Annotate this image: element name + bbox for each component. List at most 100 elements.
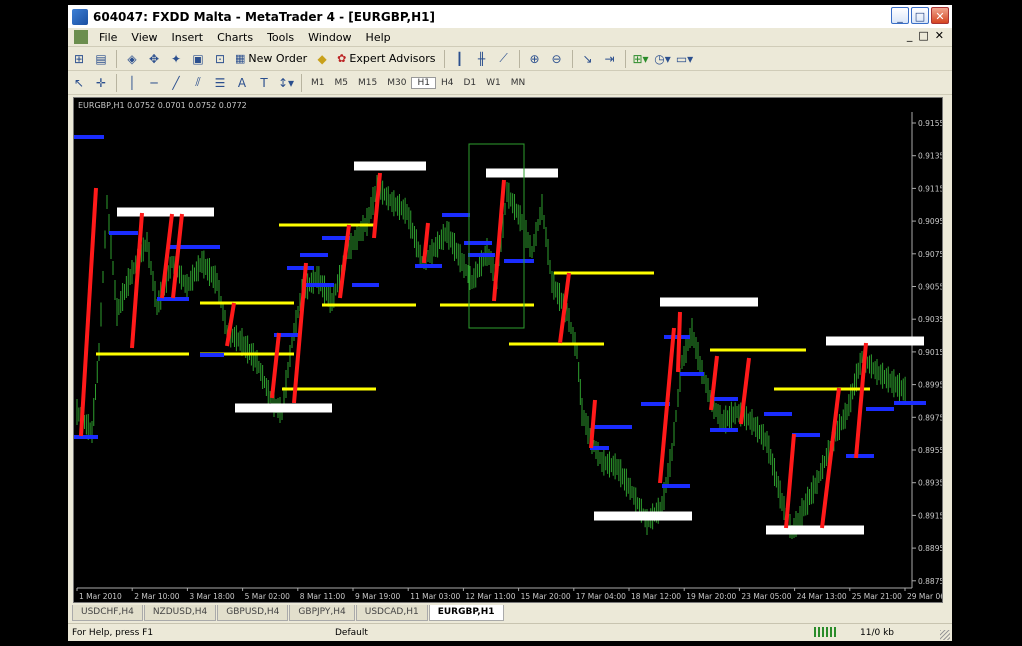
menu-insert[interactable]: Insert bbox=[165, 31, 211, 44]
toolbar-separator bbox=[518, 49, 520, 68]
expert-advisors-label: Expert Advisors bbox=[349, 52, 436, 65]
date-label: 1 Mar 2010 bbox=[79, 592, 122, 601]
chart-canvas: EURGBP,H1 0.0752 0.0701 0.0752 0.0772 0.9… bbox=[74, 98, 942, 602]
text-tool-icon[interactable]: A bbox=[234, 75, 250, 91]
date-label: 15 Mar 20:00 bbox=[521, 592, 571, 601]
profiles-icon[interactable]: ▤ bbox=[93, 51, 109, 67]
status-profile: Default bbox=[335, 628, 368, 638]
menu-window[interactable]: Window bbox=[301, 31, 358, 44]
price-label: 0.9155 bbox=[918, 119, 942, 128]
title-bar: 604047: FXDD Malta - MetaTrader 4 - [EUR… bbox=[68, 5, 952, 28]
chart-tabs: USDCHF,H4 NZDUSD,H4 GBPUSD,H4 GBPJPY,H4 … bbox=[72, 605, 948, 621]
date-label: 24 Mar 13:00 bbox=[797, 592, 847, 601]
maximize-button[interactable]: □ bbox=[911, 7, 929, 24]
mdi-minimize-button[interactable]: _ bbox=[907, 29, 913, 42]
bar-chart-icon[interactable]: ┃ bbox=[452, 51, 468, 67]
timeframe-m30[interactable]: M30 bbox=[382, 78, 411, 88]
line-chart-icon[interactable]: ⟋ bbox=[496, 51, 512, 67]
terminal-icon[interactable]: ▣ bbox=[190, 51, 206, 67]
tester-icon[interactable]: ⊡ bbox=[212, 51, 228, 67]
connection-indicator-icon bbox=[814, 627, 836, 637]
timeframe-h4[interactable]: H4 bbox=[436, 78, 459, 88]
metaeditor-icon[interactable]: ◆ bbox=[314, 51, 330, 67]
date-label: 29 Mar 06:00 bbox=[907, 592, 942, 601]
trendline-icon[interactable]: ╱ bbox=[168, 75, 184, 91]
menu-charts[interactable]: Charts bbox=[210, 31, 260, 44]
horizontal-line-icon[interactable]: ─ bbox=[146, 75, 162, 91]
tab-eurgbp-h1[interactable]: EURGBP,H1 bbox=[428, 605, 504, 621]
price-label: 0.8975 bbox=[918, 413, 942, 422]
mdi-restore-button[interactable]: □ bbox=[918, 29, 928, 42]
red-swing-line bbox=[676, 311, 682, 373]
templates-icon[interactable]: ▭▾ bbox=[676, 51, 693, 67]
menu-file[interactable]: File bbox=[92, 31, 124, 44]
timeframe-m1[interactable]: M1 bbox=[306, 78, 330, 88]
tab-nzdusd-h4[interactable]: NZDUSD,H4 bbox=[143, 605, 217, 621]
close-button[interactable]: ✕ bbox=[931, 7, 949, 24]
resize-grip-icon[interactable] bbox=[940, 630, 950, 640]
timeframe-w1[interactable]: W1 bbox=[481, 78, 506, 88]
menu-help[interactable]: Help bbox=[359, 31, 398, 44]
status-traffic: 11/0 kb bbox=[860, 628, 894, 638]
menu-bar: File View Insert Charts Tools Window Hel… bbox=[68, 28, 952, 47]
mdi-controls: _ □ ✕ bbox=[907, 29, 944, 42]
expert-advisors-button[interactable]: ✿ Expert Advisors bbox=[333, 52, 439, 65]
standard-toolbar: ⊞ ▤ ◈ ✥ ✦ ▣ ⊡ ▦ New Order ◆ ✿ Expert Adv… bbox=[68, 47, 952, 71]
fibonacci-icon[interactable]: ☰ bbox=[212, 75, 228, 91]
toolbar-separator bbox=[116, 73, 117, 92]
cursor-icon[interactable]: ↖ bbox=[71, 75, 87, 91]
date-label: 11 Mar 03:00 bbox=[410, 592, 460, 601]
toolbar-separator bbox=[116, 49, 117, 68]
date-label: 18 Mar 12:00 bbox=[631, 592, 681, 601]
data-window-icon[interactable]: ✥ bbox=[146, 51, 162, 67]
window-controls: _ □ ✕ bbox=[891, 7, 949, 24]
arrows-icon[interactable]: ↕▾ bbox=[278, 75, 294, 91]
timeframe-m5[interactable]: M5 bbox=[330, 78, 354, 88]
price-label: 0.8895 bbox=[918, 544, 942, 553]
timeframe-m15[interactable]: M15 bbox=[353, 78, 382, 88]
price-chart[interactable]: EURGBP,H1 0.0752 0.0701 0.0752 0.0772 0.9… bbox=[73, 97, 943, 603]
chart-shift-icon[interactable]: ⇥ bbox=[602, 51, 618, 67]
date-label: 25 Mar 21:00 bbox=[852, 592, 902, 601]
price-label: 0.8875 bbox=[918, 577, 942, 586]
minimize-button[interactable]: _ bbox=[891, 7, 909, 24]
periods-icon[interactable]: ◷▾ bbox=[654, 51, 671, 67]
toolbar-separator bbox=[301, 73, 302, 92]
new-order-label: New Order bbox=[248, 52, 308, 65]
price-label: 0.9035 bbox=[918, 315, 942, 324]
timeframe-mn[interactable]: MN bbox=[506, 78, 531, 88]
date-label: 8 Mar 11:00 bbox=[300, 592, 346, 601]
new-order-button[interactable]: ▦ New Order bbox=[231, 52, 311, 65]
menu-tools[interactable]: Tools bbox=[260, 31, 301, 44]
crosshair-icon[interactable]: ✛ bbox=[93, 75, 109, 91]
timeframe-d1[interactable]: D1 bbox=[458, 78, 481, 88]
price-label: 0.9095 bbox=[918, 217, 942, 226]
toolbar-separator bbox=[624, 49, 626, 68]
candlestick-icon[interactable]: ╫ bbox=[474, 51, 490, 67]
tab-gbpusd-h4[interactable]: GBPUSD,H4 bbox=[217, 605, 289, 621]
zoom-out-icon[interactable]: ⊖ bbox=[549, 51, 565, 67]
chart-header: EURGBP,H1 0.0752 0.0701 0.0752 0.0772 bbox=[78, 101, 247, 110]
auto-scroll-icon[interactable]: ↘ bbox=[580, 51, 596, 67]
indicators-icon[interactable]: ⊞▾ bbox=[632, 51, 648, 67]
navigator-icon[interactable]: ✦ bbox=[168, 51, 184, 67]
app-icon bbox=[72, 8, 88, 25]
vertical-line-icon[interactable]: │ bbox=[124, 75, 140, 91]
date-label: 9 Mar 19:00 bbox=[355, 592, 401, 601]
chart-window-icon bbox=[74, 30, 88, 44]
market-watch-icon[interactable]: ◈ bbox=[124, 51, 140, 67]
new-chart-icon[interactable]: ⊞ bbox=[71, 51, 87, 67]
tab-usdchf-h4[interactable]: USDCHF,H4 bbox=[72, 605, 143, 621]
timeframe-h1[interactable]: H1 bbox=[411, 76, 436, 89]
tab-usdcad-h1[interactable]: USDCAD,H1 bbox=[355, 605, 428, 621]
channel-icon[interactable]: ⫽ bbox=[190, 75, 206, 91]
tab-gbpjpy-h4[interactable]: GBPJPY,H4 bbox=[289, 605, 355, 621]
date-label: 3 Mar 18:00 bbox=[189, 592, 235, 601]
window-title: 604047: FXDD Malta - MetaTrader 4 - [EUR… bbox=[93, 9, 435, 24]
zoom-in-icon[interactable]: ⊕ bbox=[527, 51, 543, 67]
lines-timeframes-toolbar: ↖ ✛ │ ─ ╱ ⫽ ☰ A T ↕▾ M1 M5 M15 M30 H1 H4… bbox=[68, 71, 952, 95]
app-window: 604047: FXDD Malta - MetaTrader 4 - [EUR… bbox=[68, 5, 952, 641]
text-label-icon[interactable]: T bbox=[256, 75, 272, 91]
mdi-close-button[interactable]: ✕ bbox=[935, 29, 944, 42]
menu-view[interactable]: View bbox=[124, 31, 164, 44]
